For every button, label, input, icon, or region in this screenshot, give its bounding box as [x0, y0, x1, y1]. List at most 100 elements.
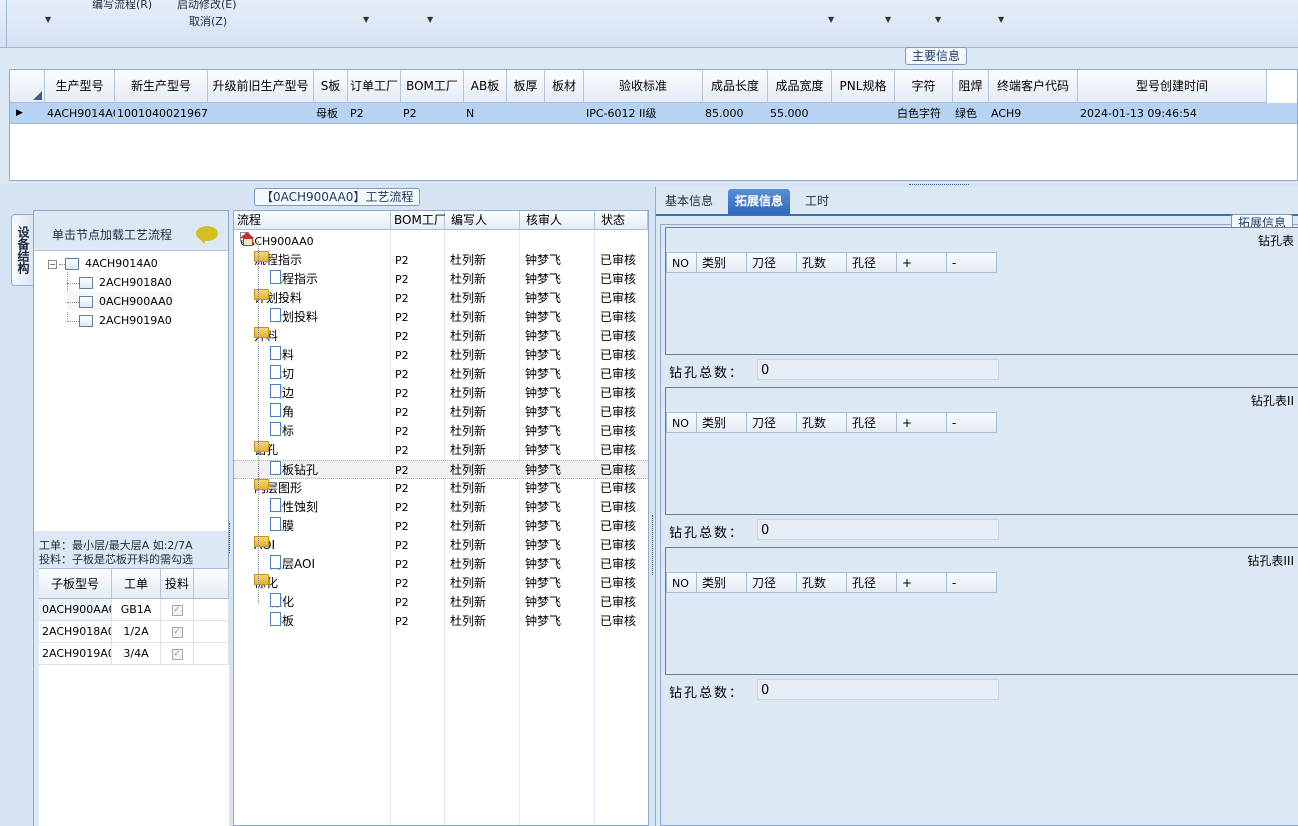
flow-row[interactable]: −开料P2杜列新钟梦飞已审核	[234, 327, 648, 346]
col-hole-count[interactable]: 孔数	[797, 572, 847, 593]
remove-button[interactable]: -	[947, 412, 997, 433]
cell-board-thickness[interactable]	[507, 103, 545, 124]
col-character[interactable]: 字符	[895, 70, 953, 103]
dropdown-arrow-icon[interactable]: ▼	[998, 15, 1004, 24]
tree-node-child-selected[interactable]: 0ACH900AA0	[67, 292, 173, 311]
sub-model-cell[interactable]: 2ACH9018A0	[39, 621, 112, 643]
cell-character[interactable]: 白色字符	[895, 103, 953, 124]
cell-ab-board[interactable]: N	[464, 103, 507, 124]
col-hole-diameter[interactable]: 孔径	[847, 572, 897, 593]
col-tool-diameter[interactable]: 刀径	[747, 412, 797, 433]
order-cell[interactable]: GB1A	[112, 599, 161, 621]
feed-cell[interactable]: ✓	[161, 621, 194, 643]
col-feed[interactable]: 投料	[161, 569, 194, 599]
feed-checkbox[interactable]: ✓	[171, 648, 183, 660]
tab-extended-info[interactable]: 拓展信息	[728, 189, 791, 214]
col-order-factory[interactable]: 订单工厂	[348, 70, 401, 103]
feed-checkbox[interactable]: ✓	[171, 604, 183, 616]
flow-row[interactable]: 圆角 P2 杜列新 钟梦飞 已审核	[234, 403, 648, 422]
drill-total-field[interactable]: 0	[757, 519, 999, 540]
cell-bom-factory[interactable]: P2	[401, 103, 464, 124]
flow-row[interactable]: −AOIP2杜列新钟梦飞已审核	[234, 536, 648, 555]
tab-basic-info[interactable]: 基本信息	[658, 189, 720, 214]
col-no[interactable]: NO	[666, 572, 697, 593]
flow-row[interactable]: 酸性蚀刻 P2 杜列新 钟梦飞 已审核	[234, 498, 648, 517]
cell-board-material[interactable]	[545, 103, 584, 124]
flow-row[interactable]: 流程指示 P2 杜列新 钟梦飞 已审核	[234, 270, 648, 289]
col-tool-diameter[interactable]: 刀径	[747, 252, 797, 273]
cell-finished-width[interactable]: 55.000	[768, 103, 832, 124]
flow-row[interactable]: 内层AOI P2 杜列新 钟梦飞 已审核	[234, 555, 648, 574]
drill-total-field[interactable]: 0	[757, 359, 999, 380]
dropdown-arrow-icon[interactable]: ▼	[363, 15, 369, 24]
cell-old-production-model[interactable]	[208, 103, 314, 124]
col-ab-board[interactable]: AB板	[464, 70, 507, 103]
dropdown-arrow-icon[interactable]: ▼	[427, 15, 433, 24]
col-status[interactable]: 状态	[595, 211, 648, 230]
dropdown-arrow-icon[interactable]: ▼	[828, 15, 834, 24]
feed-cell[interactable]: ✓	[161, 599, 194, 621]
flow-row[interactable]: 烘板 P2 杜列新 钟梦飞 已审核	[234, 612, 648, 631]
col-flow[interactable]: 流程	[234, 211, 391, 230]
cell-solder-mask[interactable]: 绿色	[953, 103, 989, 124]
flow-row[interactable]: 裁切 P2 杜列新 钟梦飞 已审核	[234, 365, 648, 384]
flow-row[interactable]: 打标 P2 杜列新 钟梦飞 已审核	[234, 422, 648, 441]
col-end-customer-code[interactable]: 终端客户代码	[989, 70, 1078, 103]
col-s-board[interactable]: S板	[314, 70, 348, 103]
cell-pnl-spec[interactable]	[832, 103, 895, 124]
flow-row[interactable]: −流程指示P2杜列新钟梦飞已审核	[234, 251, 648, 270]
col-hole-diameter[interactable]: 孔径	[847, 252, 897, 273]
cell-production-model[interactable]: 4ACH9014A0	[45, 103, 115, 124]
col-writer[interactable]: 编写人	[445, 211, 520, 230]
add-button[interactable]: +	[897, 572, 947, 593]
cell-end-customer-code[interactable]: ACH9	[989, 103, 1078, 124]
col-production-model[interactable]: 生产型号	[45, 70, 115, 103]
edit-flow-button[interactable]: 编写流程(R)	[92, 0, 152, 12]
flow-root-node[interactable]: −0ACH900AA0	[234, 232, 648, 251]
col-acceptance-standard[interactable]: 验收标准	[584, 70, 703, 103]
add-button[interactable]: +	[897, 412, 947, 433]
dropdown-arrow-icon[interactable]: ▼	[45, 15, 51, 24]
col-board-material[interactable]: 板材	[545, 70, 584, 103]
col-order[interactable]: 工单	[112, 569, 161, 599]
flow-row[interactable]: −内层图形P2杜列新钟梦飞已审核	[234, 479, 648, 498]
add-button[interactable]: +	[897, 252, 947, 273]
col-new-production-model[interactable]: 新生产型号	[115, 70, 208, 103]
col-hole-count[interactable]: 孔数	[797, 412, 847, 433]
flow-row[interactable]: −钻孔P2杜列新钟梦飞已审核	[234, 441, 648, 460]
col-model-create-time[interactable]: 型号创建时间	[1078, 70, 1267, 103]
start-modify-button[interactable]: 启动修改(E)	[177, 0, 237, 12]
col-hole-diameter[interactable]: 孔径	[847, 412, 897, 433]
flow-row[interactable]: 磨边 P2 杜列新 钟梦飞 已审核	[234, 384, 648, 403]
col-category[interactable]: 类别	[697, 412, 747, 433]
cell-finished-length[interactable]: 85.000	[703, 103, 768, 124]
flow-row[interactable]: 芯板钻孔 P2 杜列新 钟梦飞 已审核	[234, 460, 648, 479]
col-bom-factory[interactable]: BOM工厂	[401, 70, 464, 103]
flow-row[interactable]: 开料 P2 杜列新 钟梦飞 已审核	[234, 346, 648, 365]
cell-order-factory[interactable]: P2	[348, 103, 401, 124]
col-hole-count[interactable]: 孔数	[797, 252, 847, 273]
order-cell[interactable]: 1/2A	[112, 621, 161, 643]
cancel-button[interactable]: 取消(Z)	[189, 13, 227, 29]
col-finished-width[interactable]: 成品宽度	[768, 70, 832, 103]
cell-s-board[interactable]: 母板	[314, 103, 348, 124]
remove-button[interactable]: -	[947, 252, 997, 273]
cell-model-create-time[interactable]: 2024-01-13 09:46:54	[1078, 103, 1267, 124]
cell-acceptance-standard[interactable]: IPC-6012 II级	[584, 103, 703, 124]
col-old-production-model[interactable]: 升级前旧生产型号	[208, 70, 314, 103]
col-board-thickness[interactable]: 板厚	[507, 70, 545, 103]
sub-model-cell[interactable]: 0ACH900AA0	[39, 599, 112, 621]
col-category[interactable]: 类别	[697, 572, 747, 593]
grid-corner[interactable]	[10, 70, 45, 103]
sub-model-cell[interactable]: 2ACH9019A0	[39, 643, 112, 665]
col-solder-mask[interactable]: 阻焊	[953, 70, 989, 103]
tree-node-child[interactable]: 2ACH9019A0	[67, 311, 172, 330]
col-bom-factory[interactable]: BOM工厂	[391, 211, 446, 230]
drill-total-field[interactable]: 0	[757, 679, 999, 700]
splitter-handle[interactable]	[228, 518, 232, 558]
collapse-icon[interactable]: −	[48, 259, 57, 269]
col-no[interactable]: NO	[666, 412, 697, 433]
col-finished-length[interactable]: 成品长度	[703, 70, 768, 103]
col-reviewer[interactable]: 核审人	[520, 211, 595, 230]
col-tool-diameter[interactable]: 刀径	[747, 572, 797, 593]
